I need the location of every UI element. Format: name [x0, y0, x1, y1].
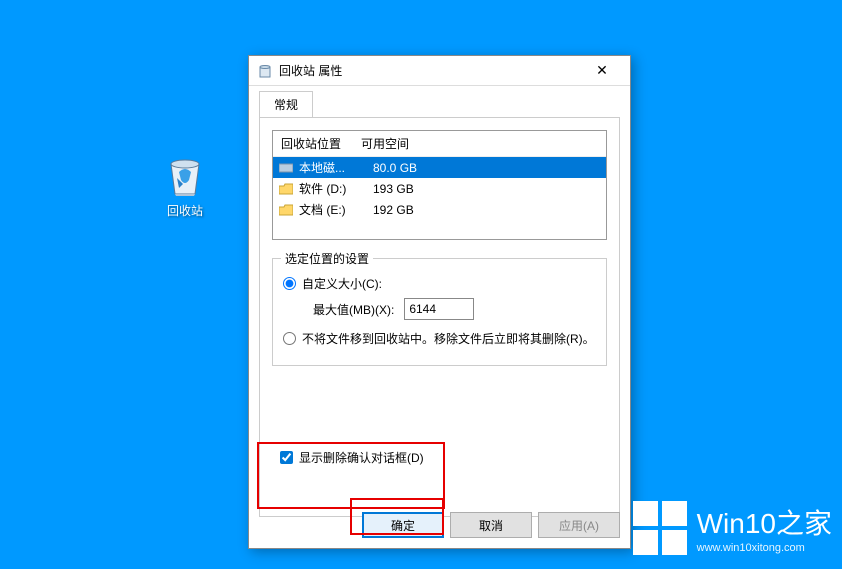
- radio-custom-size-input[interactable]: [283, 277, 296, 290]
- windows-logo-icon: [633, 501, 687, 555]
- desktop-icon-label: 回收站: [150, 202, 220, 219]
- close-button[interactable]: ✕: [582, 62, 622, 79]
- folder-icon: [279, 204, 293, 216]
- radio-direct-delete-label: 不将文件移到回收站中。移除文件后立即将其删除(R)。: [302, 330, 595, 347]
- list-row[interactable]: 本地磁... 80.0 GB: [273, 157, 606, 178]
- cancel-button[interactable]: 取消: [450, 512, 532, 538]
- folder-icon: [279, 183, 293, 195]
- row-name: 本地磁...: [299, 159, 373, 176]
- row-space: 80.0 GB: [373, 161, 600, 175]
- fieldset-legend: 选定位置的设置: [281, 250, 373, 267]
- location-list[interactable]: 回收站位置 可用空间 本地磁... 80.0 GB 软件 (D:) 193 GB…: [272, 130, 607, 240]
- header-space: 可用空间: [353, 131, 606, 156]
- watermark: Win10之家 www.win10xitong.com: [633, 501, 832, 555]
- max-size-label: 最大值(MB)(X):: [313, 301, 394, 318]
- highlight-box-ok: [350, 498, 444, 535]
- max-size-row: 最大值(MB)(X):: [313, 298, 596, 320]
- watermark-url: www.win10xitong.com: [697, 542, 832, 554]
- list-header: 回收站位置 可用空间: [273, 131, 606, 157]
- drive-icon: [279, 162, 293, 174]
- titlebar: 回收站 属性 ✕: [249, 56, 630, 86]
- radio-direct-delete[interactable]: 不将文件移到回收站中。移除文件后立即将其删除(R)。: [283, 330, 596, 347]
- header-location: 回收站位置: [273, 131, 353, 156]
- row-space: 192 GB: [373, 203, 600, 217]
- row-name: 文档 (E:): [299, 201, 373, 218]
- apply-button[interactable]: 应用(A): [538, 512, 620, 538]
- recycle-bin-small-icon: [257, 63, 273, 79]
- list-row[interactable]: 文档 (E:) 192 GB: [273, 199, 606, 220]
- radio-custom-size[interactable]: 自定义大小(C):: [283, 275, 596, 292]
- tab-strip: 常规: [249, 86, 630, 117]
- desktop-icon-recycle-bin[interactable]: 回收站: [150, 150, 220, 219]
- tab-general[interactable]: 常规: [259, 91, 313, 118]
- watermark-title: Win10之家: [697, 502, 832, 542]
- list-row[interactable]: 软件 (D:) 193 GB: [273, 178, 606, 199]
- radio-custom-size-label: 自定义大小(C):: [302, 275, 382, 292]
- row-space: 193 GB: [373, 182, 600, 196]
- max-size-input[interactable]: [404, 298, 474, 320]
- dialog-title: 回收站 属性: [279, 62, 582, 79]
- settings-fieldset: 选定位置的设置 自定义大小(C): 最大值(MB)(X): 不将文件移到回收站中…: [272, 258, 607, 366]
- recycle-bin-icon: [161, 150, 209, 198]
- radio-direct-delete-input[interactable]: [283, 332, 296, 345]
- row-name: 软件 (D:): [299, 180, 373, 197]
- recycle-bin-properties-dialog: 回收站 属性 ✕ 常规 回收站位置 可用空间 本地磁... 80.0 GB 软件…: [248, 55, 631, 549]
